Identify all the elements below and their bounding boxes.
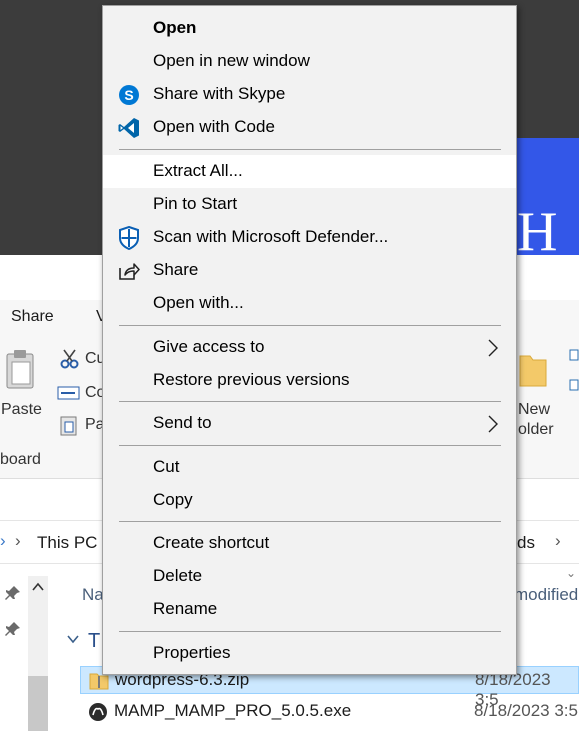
sort-chevron-icon: ⌄ bbox=[566, 566, 577, 580]
scissors-icon[interactable] bbox=[59, 348, 81, 370]
menu-item-share[interactable]: Share bbox=[103, 254, 516, 287]
column-header-name[interactable]: Na bbox=[82, 585, 104, 605]
menu-item-open-in-new-window[interactable]: Open in new window bbox=[103, 45, 516, 78]
paste-button[interactable]: Paste bbox=[1, 401, 42, 419]
file-date: 8/18/2023 3:5 bbox=[474, 701, 578, 720]
menu-separator bbox=[119, 521, 501, 522]
menu-item-send-to[interactable]: Send to bbox=[103, 407, 516, 440]
file-row[interactable]: MAMP_MAMP_PRO_5.0.5.exe 8/18/2023 3:5 bbox=[80, 698, 579, 726]
new-item-icon[interactable] bbox=[569, 348, 579, 398]
ribbon-tab-share[interactable]: Share bbox=[11, 308, 54, 326]
nav-scrollbar-thumb[interactable] bbox=[28, 676, 48, 731]
breadcrumb-downloads[interactable]: ds bbox=[517, 533, 535, 553]
menu-item-label: Cut bbox=[153, 457, 180, 476]
paste-icon[interactable] bbox=[4, 348, 38, 392]
context-menu: Open Open in new window S Share with Sky… bbox=[102, 5, 517, 675]
chevron-right-icon bbox=[486, 414, 500, 434]
menu-item-label: Send to bbox=[153, 413, 212, 432]
menu-separator bbox=[119, 149, 501, 150]
menu-item-label: Properties bbox=[153, 643, 231, 662]
menu-item-delete[interactable]: Delete bbox=[103, 560, 516, 593]
menu-item-create-shortcut[interactable]: Create shortcut bbox=[103, 527, 516, 560]
menu-item-open-with[interactable]: Open with... bbox=[103, 287, 516, 320]
menu-separator bbox=[119, 445, 501, 446]
group-collapse-chevron-icon[interactable] bbox=[66, 632, 80, 646]
address-separator-icon: › bbox=[15, 531, 21, 550]
menu-item-scan-with-defender[interactable]: Scan with Microsoft Defender... bbox=[103, 221, 516, 254]
menu-item-rename[interactable]: Rename bbox=[103, 593, 516, 626]
mamp-app-icon bbox=[88, 702, 108, 722]
defender-shield-icon bbox=[117, 225, 141, 251]
new-folder-button-line2: older bbox=[518, 421, 554, 438]
menu-separator bbox=[119, 401, 501, 402]
menu-item-label: Rename bbox=[153, 599, 218, 618]
ribbon-group-clipboard-label: board bbox=[0, 451, 41, 468]
menu-separator bbox=[119, 325, 501, 326]
copy-path-icon[interactable] bbox=[57, 385, 81, 401]
menu-item-label: Create shortcut bbox=[153, 533, 270, 552]
chevron-right-icon bbox=[486, 338, 500, 358]
file-name: MAMP_MAMP_PRO_5.0.5.exe bbox=[114, 701, 352, 720]
menu-item-label: Open bbox=[153, 18, 197, 37]
scroll-up-icon[interactable] bbox=[31, 580, 45, 594]
breadcrumb-this-pc[interactable]: This PC bbox=[37, 533, 97, 553]
menu-item-restore-previous-versions[interactable]: Restore previous versions bbox=[103, 364, 516, 397]
menu-item-properties[interactable]: Properties bbox=[103, 637, 516, 670]
menu-item-open[interactable]: Open bbox=[103, 12, 516, 45]
menu-item-label: Share with Skype bbox=[153, 84, 286, 103]
menu-item-label: Copy bbox=[153, 490, 193, 509]
background-banner-image: H bbox=[515, 138, 579, 255]
pin-icon[interactable] bbox=[5, 621, 21, 637]
menu-separator bbox=[119, 631, 501, 632]
paste-shortcut-icon[interactable] bbox=[59, 414, 79, 436]
new-folder-button[interactable]: New bbox=[518, 401, 550, 419]
menu-item-pin-to-start[interactable]: Pin to Start bbox=[103, 188, 516, 221]
menu-item-label: Share bbox=[153, 260, 199, 279]
column-header-date-modified[interactable]: modified bbox=[514, 585, 578, 605]
menu-item-extract-all[interactable]: Extract All... bbox=[103, 155, 516, 188]
menu-item-label: Restore previous versions bbox=[153, 370, 350, 389]
menu-item-label: Extract All... bbox=[153, 161, 243, 180]
menu-item-label: Open with Code bbox=[153, 117, 275, 136]
menu-item-label: Open with... bbox=[153, 293, 244, 312]
menu-item-open-with-code[interactable]: Open with Code bbox=[103, 111, 516, 144]
vscode-icon bbox=[117, 116, 141, 140]
menu-item-give-access-to[interactable]: Give access to bbox=[103, 331, 516, 364]
svg-text:S: S bbox=[124, 87, 133, 103]
pin-icon[interactable] bbox=[5, 585, 21, 601]
share-icon bbox=[117, 259, 141, 283]
new-folder-icon[interactable] bbox=[518, 350, 548, 390]
address-chevron-icon[interactable]: › bbox=[0, 531, 6, 551]
menu-item-share-with-skype[interactable]: S Share with Skype bbox=[103, 78, 516, 111]
breadcrumb-separator-icon: › bbox=[555, 531, 561, 550]
menu-item-label: Scan with Microsoft Defender... bbox=[153, 227, 389, 246]
menu-item-label: Open in new window bbox=[153, 51, 310, 70]
menu-item-label: Delete bbox=[153, 566, 203, 585]
menu-item-copy[interactable]: Copy bbox=[103, 484, 516, 517]
menu-item-cut[interactable]: Cut bbox=[103, 451, 516, 484]
menu-item-label: Give access to bbox=[153, 337, 265, 356]
banner-letter: H bbox=[517, 201, 558, 255]
menu-item-label: Pin to Start bbox=[153, 194, 238, 213]
group-header-today[interactable]: T bbox=[88, 630, 100, 653]
skype-icon: S bbox=[117, 83, 141, 107]
